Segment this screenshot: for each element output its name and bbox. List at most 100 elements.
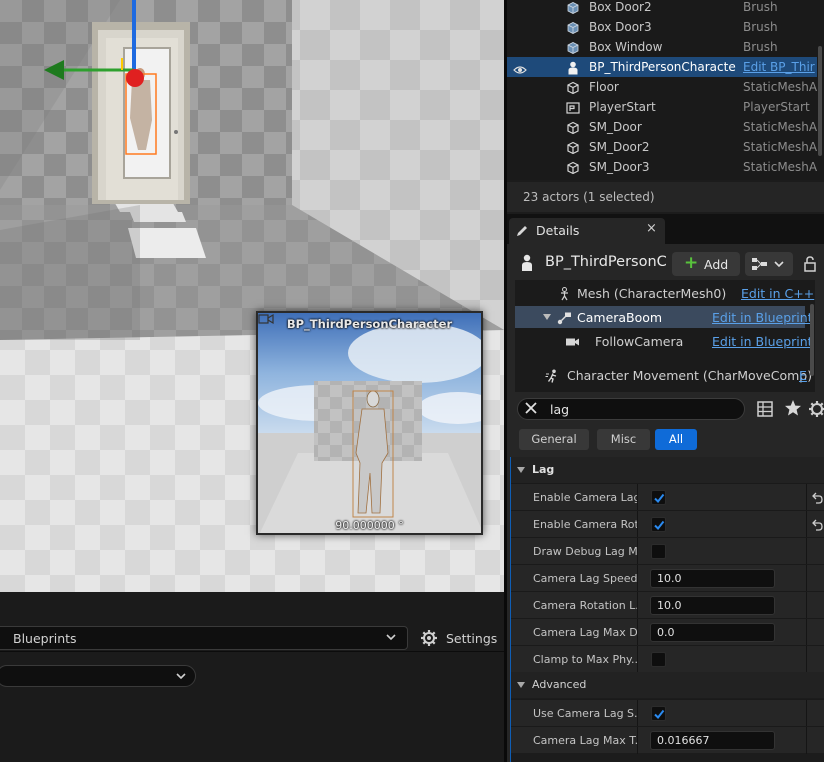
visibility-eye-icon[interactable] [513,61,527,74]
column-divider[interactable] [637,592,638,619]
component-row[interactable]: Character Movement (CharMoveComp) E [515,364,812,386]
expand-arrow-icon[interactable] [543,314,551,320]
column-divider[interactable] [637,700,638,727]
outliner-item-label: SM_Door2 [589,140,650,154]
table-view-icon[interactable] [757,401,773,417]
property-checkbox[interactable] [651,706,666,721]
details-tab-label: Details [536,223,580,238]
component-name: FollowCamera [595,334,684,349]
lock-icon[interactable] [803,256,817,272]
property-row: Camera Rotation L... 10.0 [511,591,824,619]
static-mesh-icon [566,80,580,95]
column-divider[interactable] [637,565,638,592]
outliner-scrollbar[interactable] [818,46,822,156]
edit-component-link[interactable]: Edit in Blueprint [712,334,813,349]
blueprint-options-button[interactable] [745,252,793,276]
tab-all[interactable]: All [655,429,697,450]
edit-component-link[interactable]: E [799,368,807,383]
property-number-field[interactable]: 0.016667 [650,731,775,750]
checkmark-icon [654,709,665,720]
column-divider[interactable] [637,619,638,646]
camera-preview-window: BP_ThirdPersonCharacter 90.000000 ° [256,311,483,535]
plus-icon: + [684,253,699,273]
details-search-box[interactable] [517,398,745,420]
edit-component-link[interactable]: Edit in Blueprint [712,310,813,325]
category-advanced[interactable]: Advanced [511,672,824,698]
level-viewport[interactable]: BP_ThirdPersonCharacter 90.000000 ° [0,0,504,592]
property-value: 0.0 [657,626,675,639]
column-divider[interactable] [637,484,638,511]
property-label: Camera Lag Max T... [533,734,637,747]
details-tab-bar: Details × [507,214,824,244]
property-checkbox[interactable] [651,652,666,667]
column-divider[interactable] [637,727,638,754]
outliner-status-bar: 23 actors (1 selected) [507,182,824,212]
column-divider[interactable] [637,511,638,538]
static-mesh-icon [566,120,580,135]
tab-general[interactable]: General [519,429,589,450]
outliner-row[interactable]: Box Door3 Brush [507,17,817,37]
column-divider[interactable] [637,646,638,673]
reset-to-default-icon[interactable] [811,490,823,504]
blueprint-hierarchy-icon [752,258,784,270]
close-icon[interactable]: × [646,221,657,236]
edit-component-link[interactable]: Edit in C++ [741,286,814,301]
property-checkbox[interactable] [651,490,666,505]
collapse-arrow-icon [517,467,525,473]
outliner-item-label: Floor [589,80,619,94]
outliner-item-type: StaticMeshA [743,120,818,134]
tab-details[interactable]: Details × [509,218,665,244]
outliner-item-type: StaticMeshA [743,80,818,94]
property-value: 10.0 [657,572,682,585]
pawn-icon [522,254,532,271]
property-checkbox[interactable] [651,544,666,559]
property-label: Camera Lag Max D... [533,626,637,639]
brush-icon [566,20,580,34]
clear-search-icon[interactable] [524,401,538,415]
property-checkbox[interactable] [651,517,666,532]
property-row: Camera Lag Max D... 0.0 [511,618,824,646]
collapse-arrow-icon [517,682,525,688]
property-value: 0.016667 [657,734,710,747]
outliner-item-type: Brush [743,0,778,14]
outliner-item-type: Brush [743,40,778,54]
property-number-field[interactable]: 10.0 [650,569,775,588]
chevron-down-icon [386,634,396,641]
search-input[interactable] [550,401,730,417]
component-row[interactable]: CameraBoom Edit in Blueprint [515,306,813,328]
property-number-field[interactable]: 10.0 [650,596,775,615]
outliner-row[interactable]: BP_ThirdPersonCharacte Edit BP_Thir [507,57,817,77]
secondary-dropdown[interactable] [0,665,196,687]
reset-to-default-icon[interactable] [811,517,823,531]
outliner-item-label: PlayerStart [589,100,656,114]
component-row[interactable]: FollowCamera Edit in Blueprint [515,330,813,352]
gear-icon[interactable] [808,400,824,418]
column-divider [806,619,807,646]
outliner-item-type: Brush [743,20,778,34]
outliner-row[interactable]: Box Door2 Brush [507,0,817,17]
camera-icon [258,313,274,325]
add-component-button[interactable]: + Add [672,252,740,276]
brush-icon [566,0,580,14]
outliner-item-type: StaticMeshA [743,140,818,154]
character-movement-icon [545,368,560,383]
property-label: Draw Debug Lag M... [533,545,637,558]
component-tree-scrollbar[interactable] [810,304,814,376]
tab-misc[interactable]: Misc [597,429,650,450]
component-row[interactable]: Mesh (CharacterMesh0) Edit in C++ [515,282,814,304]
edit-blueprint-link[interactable]: Edit BP_Thir [743,60,815,74]
outliner-row[interactable]: SM_Door2 StaticMeshA [507,137,817,157]
outliner-row[interactable]: Box Window Brush [507,37,817,57]
chevron-down-icon [176,673,186,680]
property-list: Lag Enable Camera Lag Enable Camera Rot..… [510,457,824,762]
outliner-row[interactable]: SM_Door3 StaticMeshA [507,157,817,177]
component-name: Mesh (CharacterMesh0) [577,286,727,301]
outliner-row[interactable]: Floor StaticMeshA [507,77,817,97]
outliner-row[interactable]: PlayerStart PlayerStart [507,97,817,117]
outliner-row[interactable]: SM_Door StaticMeshA [507,117,817,137]
blueprints-dropdown[interactable]: Blueprints [0,626,408,650]
category-lag[interactable]: Lag [511,457,824,483]
column-divider[interactable] [637,538,638,565]
property-number-field[interactable]: 0.0 [650,623,775,642]
star-icon[interactable] [784,399,802,417]
